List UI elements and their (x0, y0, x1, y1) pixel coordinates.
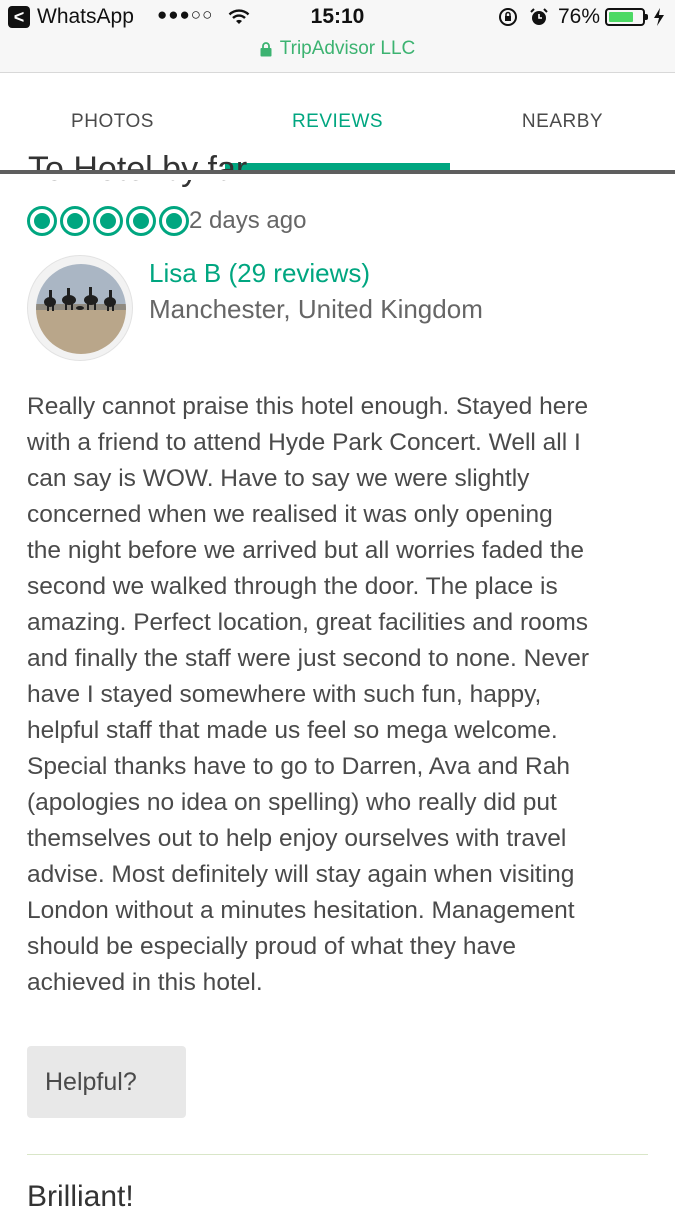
review-divider (27, 1154, 648, 1155)
rotation-lock-icon (499, 8, 517, 26)
charging-icon (654, 8, 664, 26)
battery-icon (605, 8, 648, 26)
rating-bubble-icon (93, 206, 123, 236)
rating-bubble-icon (60, 206, 90, 236)
rating-bubble-icon (126, 206, 156, 236)
tab-nearby[interactable]: NEARBY (450, 73, 675, 170)
rating-bubble-icon (27, 206, 57, 236)
helpful-button[interactable]: Helpful? (27, 1046, 186, 1118)
avatar[interactable] (27, 255, 133, 361)
review-body: Really cannot praise this hotel enough. … (27, 393, 590, 996)
status-bar: < WhatsApp ●●●○○ 15:10 76% (0, 0, 675, 36)
content-mask (0, 174, 675, 180)
reviewer-location: Manchester, United Kingdom (149, 294, 483, 324)
lock-icon (260, 41, 272, 56)
battery-percent: 76% (558, 5, 601, 28)
rating-bubble-icon (159, 206, 189, 236)
review-date: 2 days ago (189, 207, 307, 234)
alarm-icon (530, 8, 548, 25)
avatar-photo (36, 264, 126, 354)
url-bar[interactable]: TripAdvisor LLC (0, 36, 675, 73)
reviewer-name-link[interactable]: Lisa B (29 reviews) (149, 258, 370, 289)
rating-bubbles (27, 206, 189, 236)
site-name: TripAdvisor LLC (279, 38, 416, 59)
next-review-title: Brilliant! (27, 1180, 134, 1213)
tab-reviews[interactable]: REVIEWS (225, 73, 450, 170)
